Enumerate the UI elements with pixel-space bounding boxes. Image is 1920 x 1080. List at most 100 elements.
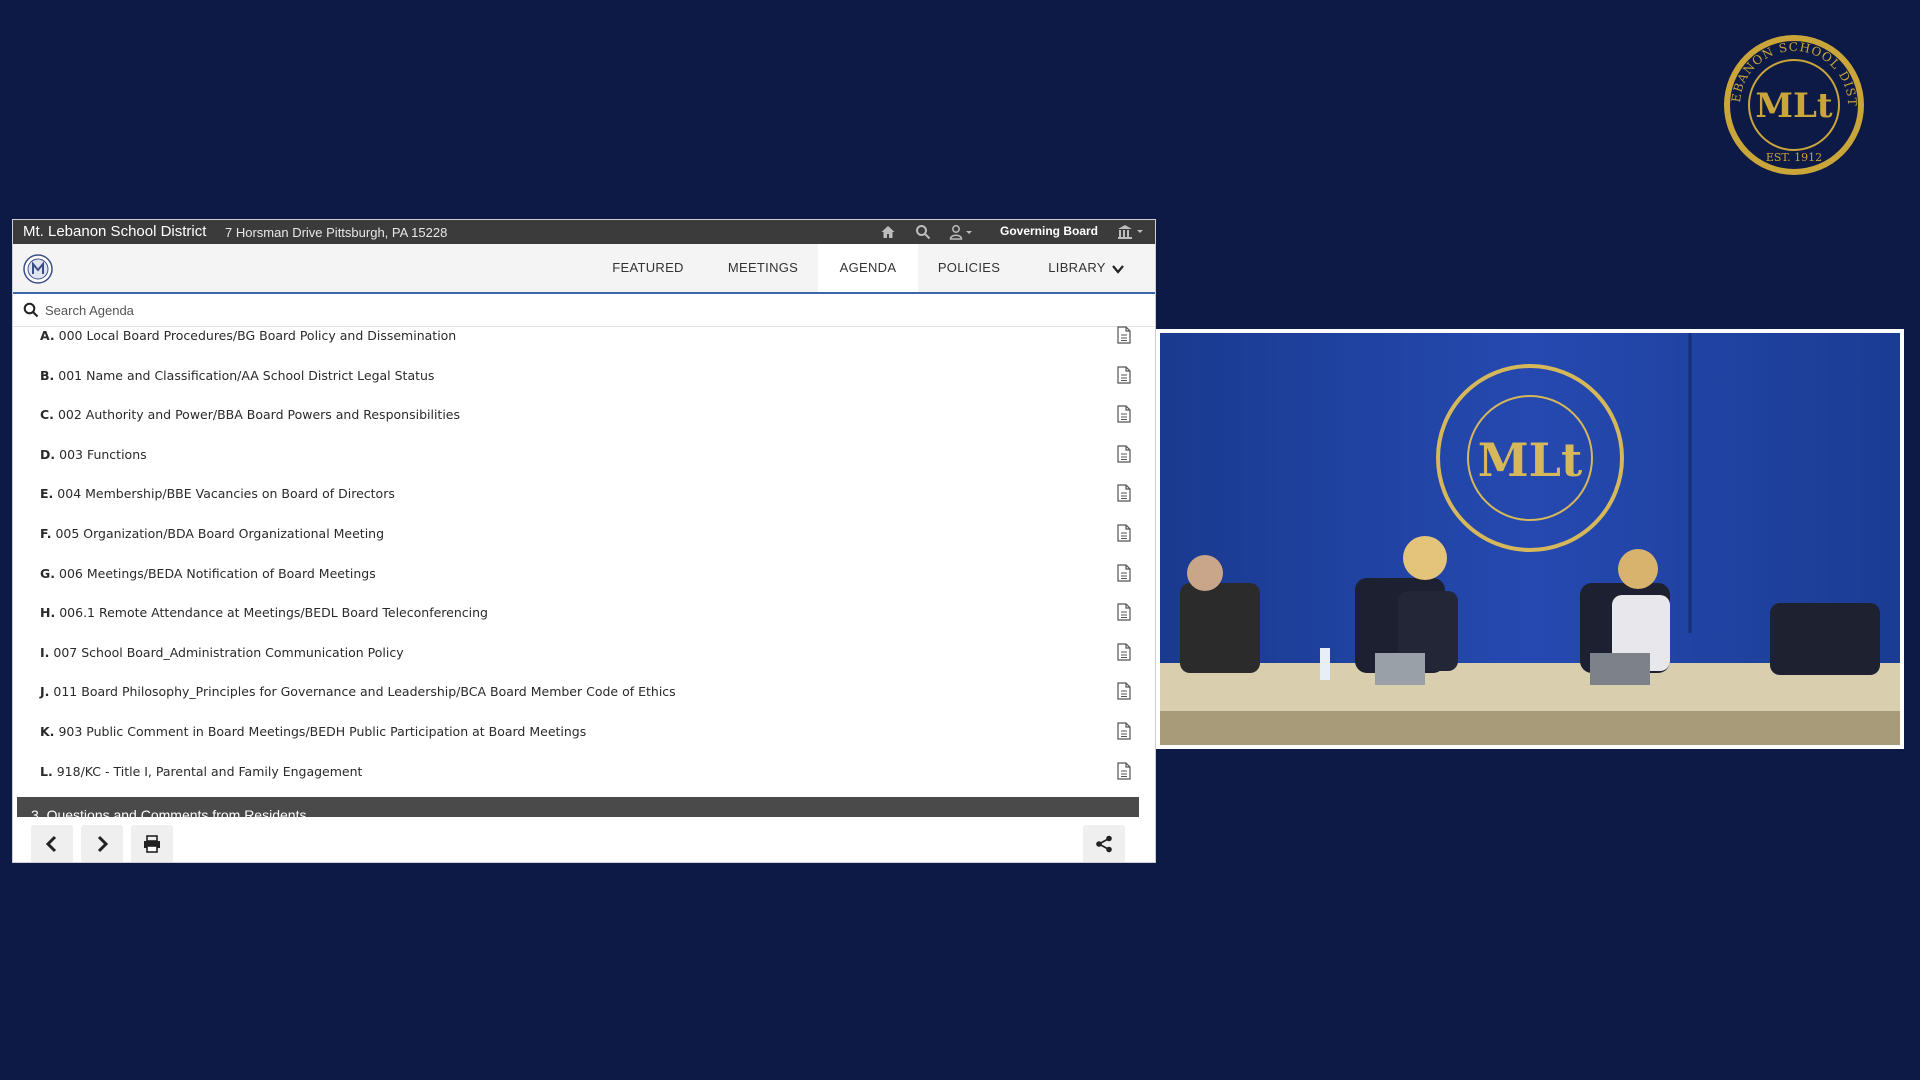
agenda-search-bar: [13, 294, 1155, 327]
agenda-item-label: 006 Meetings/BEDA Notification of Board …: [59, 565, 376, 581]
agenda-item-letter: D.: [40, 446, 56, 462]
tab-agenda[interactable]: AGENDA: [818, 244, 918, 292]
agenda-item-letter: J.: [40, 684, 50, 700]
agenda-item-label: 001 Name and Classification/AA School Di…: [58, 367, 435, 383]
section-title: 3. Questions and Comments from Residents: [31, 807, 307, 817]
video-scene-image: MLt: [1160, 333, 1900, 745]
document-icon[interactable]: [1116, 405, 1132, 423]
agenda-item-letter: B.: [40, 367, 55, 383]
video-frame: MLt: [1160, 333, 1900, 745]
tab-featured[interactable]: FEATURED: [598, 244, 698, 292]
agenda-item[interactable]: K. 903 Public Comment in Board Meetings/B…: [13, 722, 1143, 760]
video-seal-monogram: MLt: [1478, 433, 1583, 487]
org-name[interactable]: Mt. Lebanon School District: [23, 223, 206, 240]
building-icon[interactable]: [1117, 224, 1147, 240]
portal-topbar: Mt. Lebanon School District 7 Horsman Dr…: [13, 220, 1155, 244]
org-address: 7 Horsman Drive Pittsburgh, PA 15228: [225, 225, 448, 240]
agenda-item-letter: C.: [40, 407, 54, 423]
agenda-item-title: D. 003 Functions: [40, 447, 147, 462]
agenda-item[interactable]: A. 000 Local Board Procedures/BG Board Po…: [13, 326, 1143, 364]
tab-library[interactable]: LIBRARY: [1031, 244, 1141, 292]
next-button[interactable]: [81, 825, 123, 862]
main-nav: FEATURED MEETINGS AGENDA POLICIES LIBRAR…: [13, 244, 1155, 294]
agenda-item-letter: F.: [40, 526, 52, 541]
agenda-item[interactable]: J. 011 Board Philosophy_Principles for Go…: [13, 682, 1143, 720]
agenda-item-letter: L.: [40, 763, 53, 779]
board-portal-window: Mt. Lebanon School District 7 Horsman Dr…: [12, 219, 1156, 863]
document-icon[interactable]: [1116, 761, 1132, 780]
agenda-item-title: C. 002 Authority and Power/BBA Board Powe…: [40, 407, 460, 422]
document-icon[interactable]: [1116, 445, 1132, 463]
document-icon[interactable]: [1116, 722, 1132, 740]
share-button[interactable]: [1083, 825, 1125, 862]
chevron-right-icon: [97, 835, 109, 853]
agenda-item-letter: H.: [40, 605, 56, 621]
document-icon[interactable]: [1116, 484, 1132, 502]
governing-board-label[interactable]: Governing Board: [1000, 224, 1098, 238]
agenda-item-letter: I.: [40, 644, 50, 660]
district-seal-logo: MT. LEBANON SCHOOL DISTRICT MLt EST. 191…: [1722, 33, 1864, 175]
chevron-left-icon: [45, 835, 57, 853]
agenda-item[interactable]: H. 006.1 Remote Attendance at Meetings/BE…: [13, 603, 1143, 641]
agenda-item-label: 903 Public Comment in Board Meetings/BED…: [58, 724, 587, 739]
district-logo-icon[interactable]: [23, 254, 53, 284]
agenda-section-header[interactable]: 3. Questions and Comments from Residents: [17, 797, 1139, 817]
search-agenda-input[interactable]: [43, 299, 645, 321]
seal-est-text: EST. 1912: [1766, 151, 1822, 164]
agenda-item-title: J. 011 Board Philosophy_Principles for Go…: [40, 684, 676, 699]
meeting-video-feed[interactable]: MLt: [1156, 329, 1904, 749]
agenda-item-label: 918/KC - Title I, Parental and Family En…: [56, 763, 363, 779]
chevron-down-icon: [1111, 264, 1124, 274]
agenda-item-title: I. 007 School Board_Administration Commun…: [40, 645, 404, 660]
seal-monogram: MLt: [1755, 86, 1833, 126]
agenda-item-title: L. 918/KC - Title I, Parental and Family …: [40, 764, 362, 779]
agenda-item-letter: A.: [40, 328, 55, 343]
document-icon[interactable]: [1116, 524, 1132, 542]
previous-button[interactable]: [31, 825, 73, 862]
document-icon[interactable]: [1116, 365, 1132, 384]
agenda-item-label: 011 Board Philosophy_Principles for Gove…: [53, 684, 676, 700]
agenda-item-title: A. 000 Local Board Procedures/BG Board Po…: [40, 328, 456, 343]
document-icon[interactable]: [1116, 643, 1132, 661]
agenda-footer-toolbar: [13, 817, 1155, 862]
agenda-item[interactable]: B. 001 Name and Classification/AA School …: [13, 365, 1143, 404]
agenda-item-title: H. 006.1 Remote Attendance at Meetings/BE…: [40, 605, 488, 620]
print-button[interactable]: [131, 825, 173, 862]
tab-policies[interactable]: POLICIES: [919, 244, 1019, 292]
agenda-item-title: K. 903 Public Comment in Board Meetings/B…: [40, 724, 586, 739]
home-icon[interactable]: [880, 224, 896, 240]
agenda-item[interactable]: D. 003 Functions: [13, 445, 1143, 483]
tab-meetings[interactable]: MEETINGS: [713, 244, 813, 292]
document-icon[interactable]: [1116, 563, 1132, 582]
agenda-item-letter: G.: [40, 565, 56, 581]
agenda-item-letter: K.: [40, 724, 55, 739]
agenda-item-label: 006.1 Remote Attendance at Meetings/BEDL…: [59, 605, 488, 621]
agenda-item[interactable]: I. 007 School Board_Administration Commun…: [13, 643, 1143, 681]
agenda-item[interactable]: G. 006 Meetings/BEDA Notification of Boar…: [13, 563, 1143, 602]
search-icon[interactable]: [915, 224, 931, 240]
agenda-item-label: 003 Functions: [59, 446, 147, 462]
agenda-item-label: 007 School Board_Administration Communic…: [53, 644, 404, 660]
agenda-item-letter: E.: [40, 486, 54, 502]
agenda-item[interactable]: F. 005 Organization/BDA Board Organizatio…: [13, 524, 1143, 562]
agenda-item-title: F. 005 Organization/BDA Board Organizatio…: [40, 526, 384, 541]
agenda-item-label: 002 Authority and Power/BBA Board Powers…: [57, 407, 460, 423]
agenda-item[interactable]: E. 004 Membership/BBE Vacancies on Board …: [13, 484, 1143, 522]
user-menu-icon[interactable]: [949, 224, 975, 240]
document-icon[interactable]: [1116, 603, 1132, 621]
agenda-item-title: B. 001 Name and Classification/AA School …: [40, 368, 434, 383]
agenda-item-title: E. 004 Membership/BBE Vacancies on Board …: [40, 486, 395, 501]
tab-library-label: LIBRARY: [1048, 260, 1106, 275]
search-icon: [23, 302, 39, 318]
agenda-item-list: A. 000 Local Board Procedures/BG Board Po…: [13, 326, 1155, 813]
agenda-item-label: 005 Organization/BDA Board Organizationa…: [55, 526, 385, 541]
agenda-item-label: 000 Local Board Procedures/BG Board Poli…: [58, 328, 457, 343]
agenda-item[interactable]: C. 002 Authority and Power/BBA Board Powe…: [13, 405, 1143, 443]
share-icon: [1096, 835, 1112, 853]
document-icon[interactable]: [1116, 682, 1132, 700]
document-icon[interactable]: [1116, 326, 1132, 344]
agenda-item-title: G. 006 Meetings/BEDA Notification of Boar…: [40, 566, 376, 581]
print-icon: [144, 835, 160, 853]
agenda-item-label: 004 Membership/BBE Vacancies on Board of…: [57, 486, 395, 502]
agenda-item[interactable]: L. 918/KC - Title I, Parental and Family …: [13, 761, 1143, 800]
